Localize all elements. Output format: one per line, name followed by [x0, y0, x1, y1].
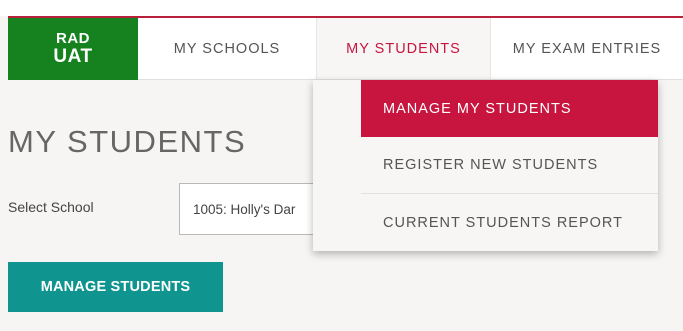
- main-nav: RAD UAT MY SCHOOLS MY STUDENTS MY EXAM E…: [8, 16, 683, 80]
- school-select-value: 1005: Holly's Dar: [193, 201, 296, 217]
- nav-my-exam-entries[interactable]: MY EXAM ENTRIES: [491, 18, 683, 79]
- dropdown-item-manage-my-students[interactable]: MANAGE MY STUDENTS: [361, 80, 658, 137]
- logo-line-1: RAD: [56, 30, 90, 48]
- page-title: MY STUDENTS: [8, 124, 247, 159]
- page: RAD UAT MY SCHOOLS MY STUDENTS MY EXAM E…: [0, 0, 683, 331]
- dropdown-item-register-new-students[interactable]: REGISTER NEW STUDENTS: [361, 137, 658, 194]
- logo-line-2: UAT: [53, 45, 93, 67]
- rad-uat-logo[interactable]: RAD UAT: [8, 18, 138, 80]
- nav-my-schools[interactable]: MY SCHOOLS: [138, 18, 316, 79]
- select-school-label: Select School: [8, 199, 94, 215]
- top-strip: [0, 0, 683, 16]
- dropdown-item-current-students-report[interactable]: CURRENT STUDENTS REPORT: [361, 194, 658, 251]
- my-students-dropdown: MANAGE MY STUDENTS REGISTER NEW STUDENTS…: [361, 80, 658, 251]
- nav-my-students[interactable]: MY STUDENTS: [316, 18, 491, 79]
- manage-students-button[interactable]: MANAGE STUDENTS: [8, 262, 223, 312]
